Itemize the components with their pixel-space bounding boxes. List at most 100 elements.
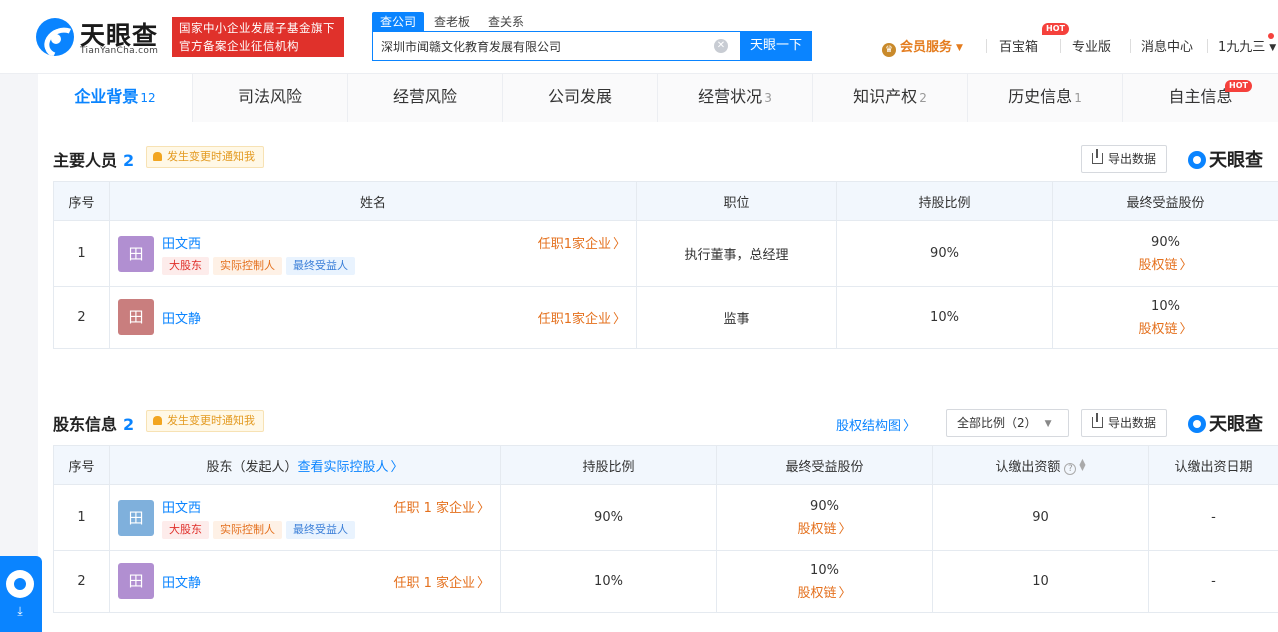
person-name-link[interactable]: 田文西 bbox=[162, 233, 201, 252]
view-actual-controller-link[interactable]: 查看实际控股人〉 bbox=[297, 460, 403, 475]
posts-link[interactable]: 任职1家企业〉 bbox=[538, 233, 626, 252]
gov-badge: 国家中小企业发展子基金旗下 官方备案企业征信机构 bbox=[172, 17, 344, 57]
chevron-right-icon: 〉 bbox=[390, 459, 404, 475]
clear-icon[interactable]: ✕ bbox=[714, 39, 728, 53]
equity-chain-link[interactable]: 股权链〉 bbox=[717, 518, 932, 537]
equity-structure-link[interactable]: 股权结构图〉 bbox=[836, 415, 916, 434]
position-cell: 监事 bbox=[636, 286, 837, 349]
shareholder-name-link[interactable]: 田文静 bbox=[162, 572, 201, 591]
table-row: 2 田 田文静 任职 1 家企业〉 10% 10% 股权链〉 10 - bbox=[53, 550, 1278, 613]
person-cell: 田 田文静 任职1家企业〉 bbox=[109, 286, 637, 349]
caret-down-icon: ▼ bbox=[1044, 419, 1052, 429]
tab-label: 公司发展 bbox=[547, 87, 612, 106]
personnel-export-button[interactable]: 导出数据 bbox=[1081, 145, 1168, 173]
col-header-ratio: 持股比例 bbox=[836, 181, 1053, 221]
posts-label: 任职 1 家企业 bbox=[393, 501, 475, 516]
tab-operation-risk[interactable]: 经营风险 bbox=[348, 74, 503, 122]
ratio-filter-select[interactable]: 全部比例（2） ▼ bbox=[946, 409, 1069, 437]
col-header-benefit: 最终受益股份 bbox=[716, 445, 933, 485]
message-center-link[interactable]: 消息中心 bbox=[1141, 36, 1193, 55]
search-tab-boss[interactable]: 查老板 bbox=[426, 12, 478, 32]
row-index: 1 bbox=[53, 484, 110, 551]
gov-badge-line2: 官方备案企业征信机构 bbox=[179, 39, 299, 53]
app-download-widget[interactable]: ⤓ bbox=[0, 556, 42, 632]
posts-link[interactable]: 任职 1 家企业〉 bbox=[393, 497, 490, 516]
shareholders-title: 股东信息 2 bbox=[53, 411, 134, 435]
col-header-index: 序号 bbox=[53, 445, 110, 485]
tab-judicial-risk[interactable]: 司法风险 bbox=[193, 74, 348, 122]
amount-header-label: 认缴出资额 bbox=[995, 459, 1061, 475]
row-index: 2 bbox=[53, 550, 110, 613]
export-label: 导出数据 bbox=[1108, 152, 1157, 166]
shareholders-notify-button[interactable]: 发生变更时通知我 bbox=[146, 410, 264, 432]
tab-history-info[interactable]: 历史信息 1 bbox=[968, 74, 1123, 122]
personnel-table: 序号 姓名 职位 持股比例 最终受益股份 1 田 田文西 任职1家企业〉 大股东… bbox=[53, 181, 1278, 349]
search-type-tabs: 查公司 查老板 查关系 bbox=[372, 12, 534, 32]
posts-link[interactable]: 任职 1 家企业〉 bbox=[393, 572, 490, 591]
benefit-cell: 10% 股权链〉 bbox=[716, 550, 933, 613]
tab-self-info[interactable]: 自主信息 bbox=[1123, 74, 1278, 122]
col-header-shareholder: 股东（发起人）查看实际控股人〉 bbox=[109, 445, 501, 485]
chevron-right-icon: 〉 bbox=[903, 419, 917, 434]
avatar: 田 bbox=[118, 236, 154, 272]
benefit-value: 90% bbox=[1151, 234, 1180, 250]
export-icon bbox=[1092, 149, 1103, 164]
tab-label: 经营状况 bbox=[698, 87, 763, 106]
member-service-menu[interactable]: ♛ 会员服务 ▼ bbox=[882, 36, 963, 57]
chain-label: 股权链 bbox=[1138, 321, 1178, 337]
table-header-row: 序号 姓名 职位 持股比例 最终受益股份 bbox=[53, 181, 1278, 221]
tag-actual-controller: 实际控制人 bbox=[213, 257, 282, 275]
tab-intellectual-property[interactable]: 知识产权 2 bbox=[813, 74, 968, 122]
tab-enterprise-background[interactable]: 企业背景 12 bbox=[38, 74, 193, 122]
tab-business-status[interactable]: 经营状况 3 bbox=[658, 74, 813, 122]
search-input[interactable] bbox=[373, 32, 713, 60]
pro-version-link[interactable]: 专业版 bbox=[1072, 36, 1111, 55]
nav-divider bbox=[1130, 39, 1131, 53]
notify-label: 发生变更时通知我 bbox=[167, 414, 255, 427]
table-row: 1 田 田文西 任职1家企业〉 大股东 实际控制人 最终受益人 执行董事，总经理 9… bbox=[53, 220, 1278, 287]
personnel-notify-button[interactable]: 发生变更时通知我 bbox=[146, 146, 264, 168]
help-icon[interactable]: ? bbox=[1064, 462, 1077, 475]
user-menu[interactable]: 1九九三 ▼ bbox=[1218, 36, 1276, 55]
tab-company-development[interactable]: 公司发展 bbox=[503, 74, 658, 122]
date-cell: - bbox=[1148, 550, 1278, 613]
benefit-value: 90% bbox=[810, 498, 839, 514]
brand-watermark: 天眼查 bbox=[1188, 146, 1263, 171]
col-header-amount[interactable]: 认缴出资额 ?▲ ▼ bbox=[932, 445, 1149, 485]
col-header-date: 认缴出资日期 bbox=[1148, 445, 1278, 485]
person-name-link[interactable]: 田文静 bbox=[162, 308, 201, 327]
baobao-box-link[interactable]: 百宝箱 bbox=[999, 36, 1038, 55]
sort-icon[interactable]: ▲ ▼ bbox=[1079, 457, 1085, 471]
col-header-ratio: 持股比例 bbox=[500, 445, 717, 485]
tianyancha-logo[interactable]: 天眼查 TianYanCha.com bbox=[36, 16, 166, 58]
shareholders-count: 2 bbox=[123, 415, 135, 434]
chevron-right-icon: 〉 bbox=[476, 501, 490, 516]
search-tab-company[interactable]: 查公司 bbox=[372, 12, 425, 32]
table-header-row: 序号 股东（发起人）查看实际控股人〉 持股比例 最终受益股份 认缴出资额 ?▲ ▼ … bbox=[53, 445, 1278, 485]
equity-chain-link[interactable]: 股权链〉 bbox=[1053, 318, 1278, 337]
chevron-right-icon: 〉 bbox=[1179, 321, 1193, 337]
tag-major-shareholder: 大股东 bbox=[162, 521, 209, 539]
download-icon: ⤓ bbox=[17, 604, 23, 618]
tag-ultimate-beneficiary: 最终受益人 bbox=[286, 257, 355, 275]
tab-count: 2 bbox=[919, 91, 927, 105]
ratio-filter-value: 全部比例（2） bbox=[957, 416, 1037, 430]
search-tab-relation[interactable]: 查关系 bbox=[480, 12, 532, 32]
equity-chain-link[interactable]: 股权链〉 bbox=[717, 582, 932, 601]
shareholder-name-link[interactable]: 田文西 bbox=[162, 497, 201, 516]
tab-label: 企业背景 bbox=[74, 87, 139, 106]
tab-count: 1 bbox=[1074, 91, 1082, 105]
table-row: 1 田 田文西 任职 1 家企业〉 大股东 实际控制人 最终受益人 90% 90% 股… bbox=[53, 484, 1278, 551]
notify-label: 发生变更时通知我 bbox=[167, 150, 255, 163]
posts-label: 任职1家企业 bbox=[537, 312, 611, 327]
nav-divider bbox=[1207, 39, 1208, 53]
equity-chain-link[interactable]: 股权链〉 bbox=[1053, 254, 1278, 273]
user-name: 1九九三 bbox=[1218, 40, 1266, 55]
benefit-cell: 10% 股权链〉 bbox=[1052, 286, 1278, 349]
shareholder-tags: 大股东 实际控制人 最终受益人 bbox=[162, 521, 359, 539]
date-cell: - bbox=[1148, 484, 1278, 551]
search-button[interactable]: 天眼一下 bbox=[740, 31, 812, 61]
export-icon bbox=[1092, 413, 1103, 428]
posts-link[interactable]: 任职1家企业〉 bbox=[538, 308, 626, 327]
shareholders-export-button[interactable]: 导出数据 bbox=[1081, 409, 1168, 437]
